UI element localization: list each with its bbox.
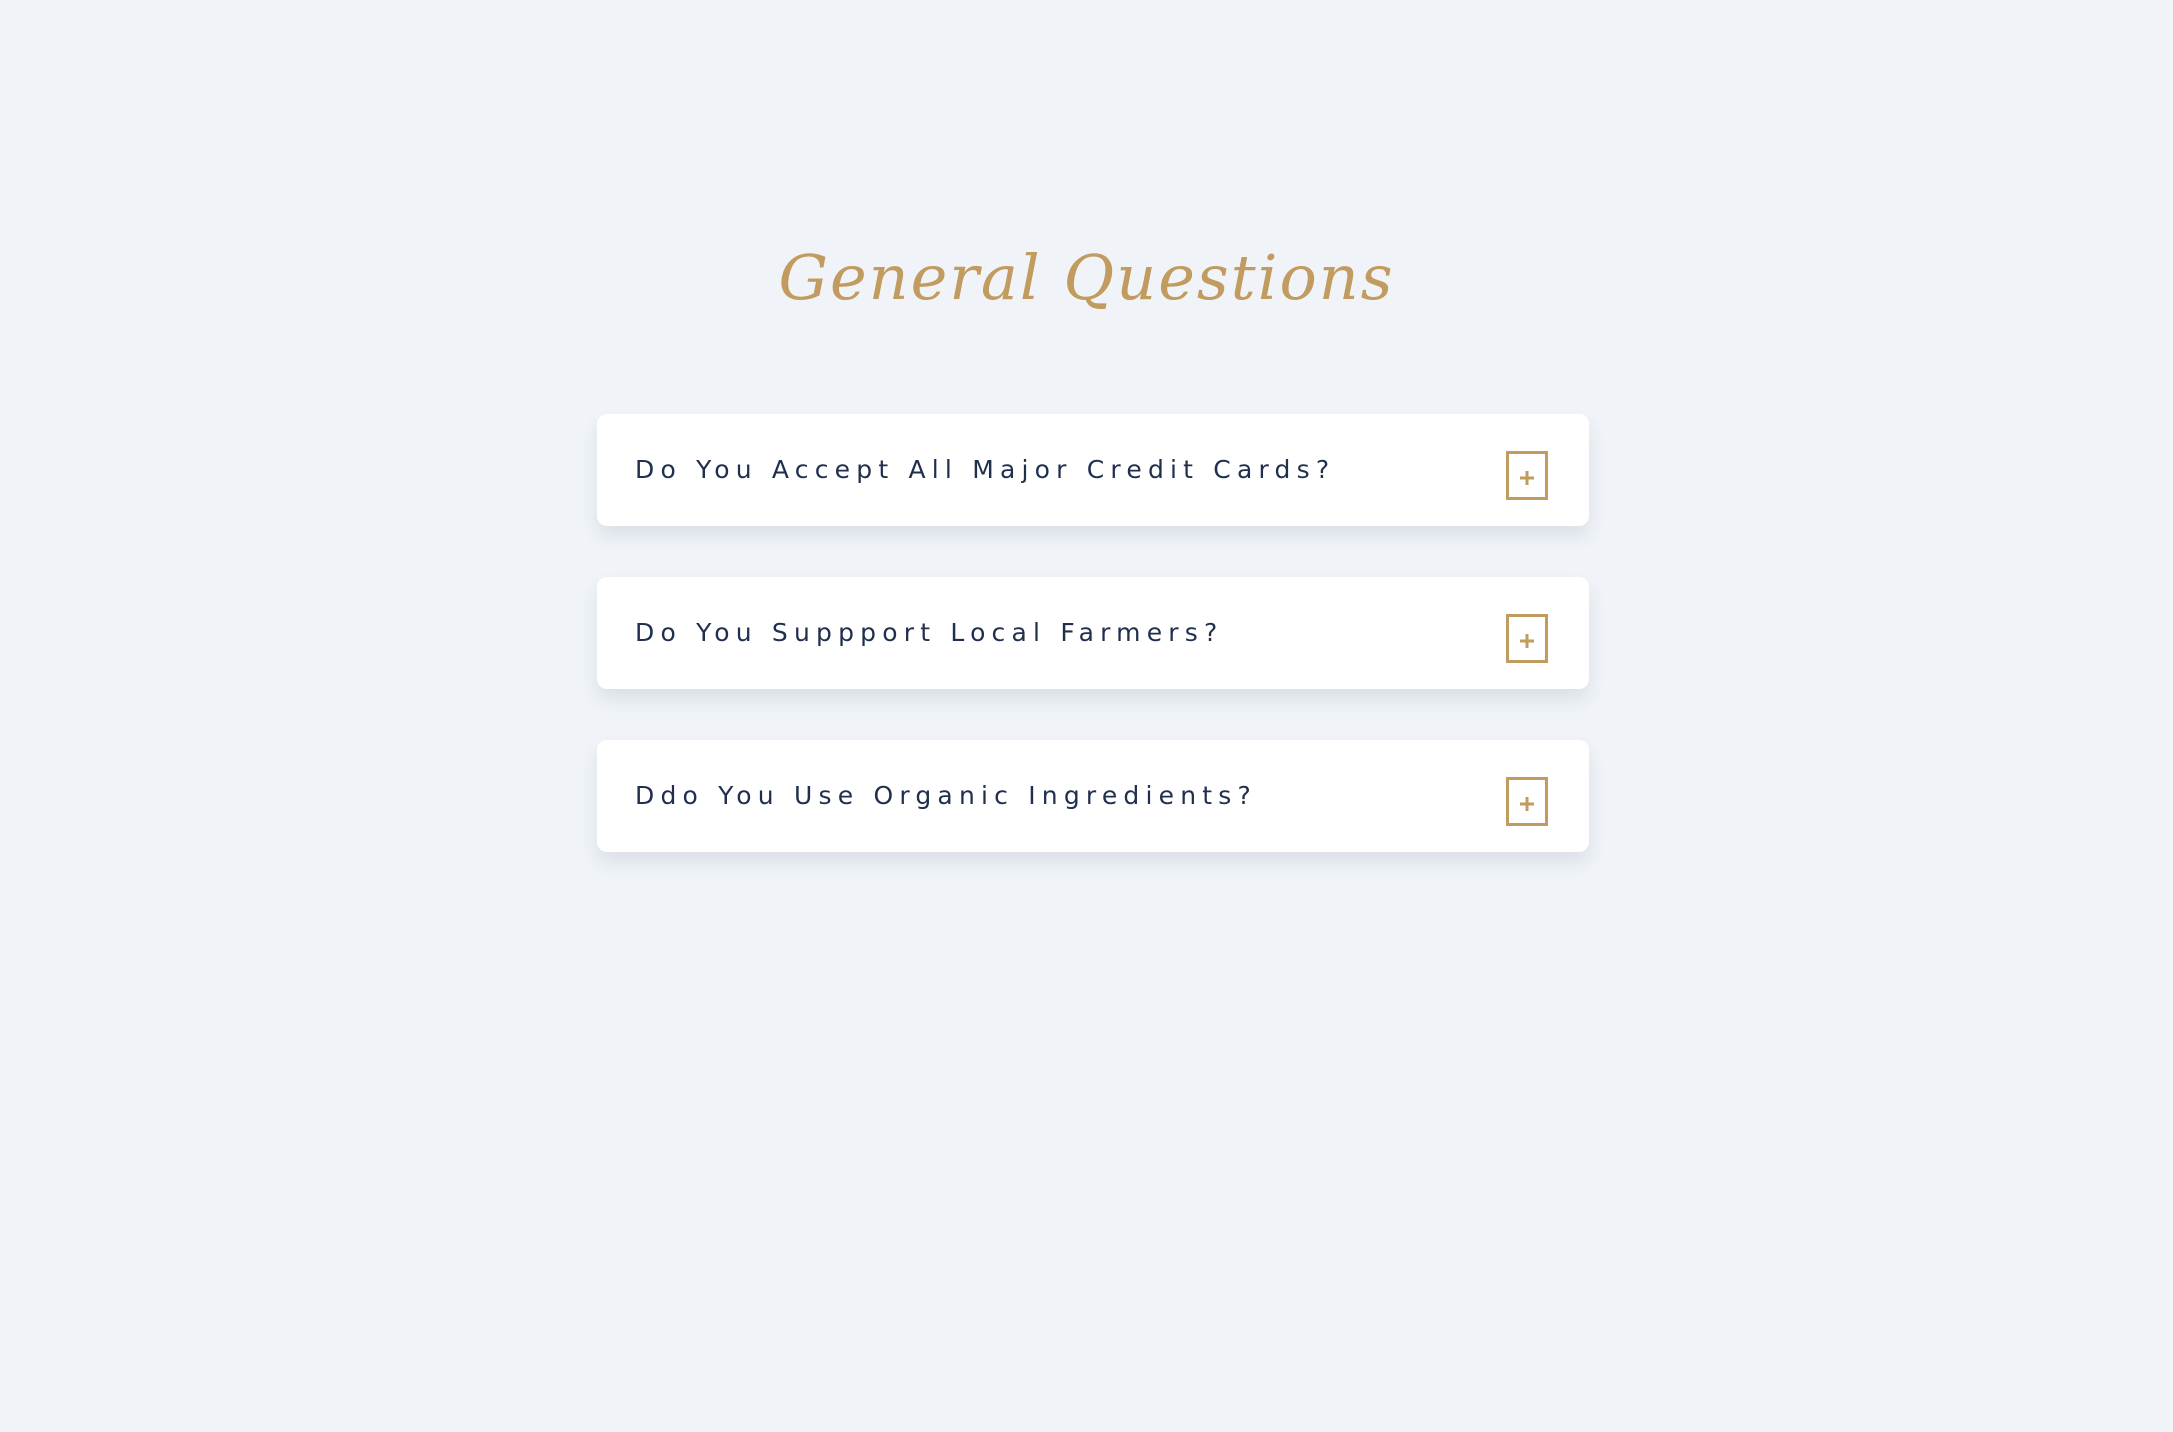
faq-question: Ddo You Use Organic Ingredients? [635,781,1257,810]
expand-toggle-button[interactable] [1506,777,1548,826]
faq-list: Do You Accept All Major Credit Cards? Do… [597,414,1589,903]
plus-icon [1520,471,1534,485]
plus-icon [1520,634,1534,648]
expand-toggle-button[interactable] [1506,614,1548,663]
plus-icon [1520,797,1534,811]
faq-item-credit-cards[interactable]: Do You Accept All Major Credit Cards? [597,414,1589,526]
faq-item-local-farmers[interactable]: Do You Suppport Local Farmers? [597,577,1589,689]
expand-toggle-button[interactable] [1506,451,1548,500]
faq-question: Do You Accept All Major Credit Cards? [635,455,1336,484]
faq-question: Do You Suppport Local Farmers? [635,618,1224,647]
section-title: General Questions [778,241,1395,314]
faq-item-organic-ingredients[interactable]: Ddo You Use Organic Ingredients? [597,740,1589,852]
